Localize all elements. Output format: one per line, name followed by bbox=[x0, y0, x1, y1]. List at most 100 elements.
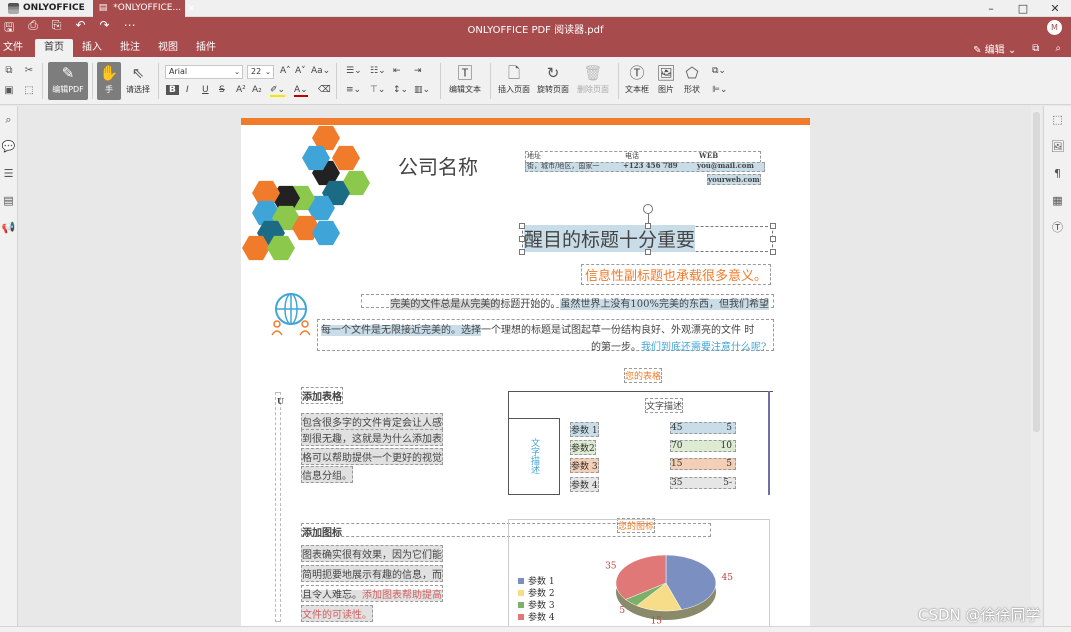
strikethrough-icon[interactable]: S bbox=[219, 85, 225, 95]
hand-tool-button[interactable]: ✋ 手 bbox=[97, 62, 121, 100]
text-box-button[interactable]: Ⓣ 文本框 bbox=[623, 62, 651, 100]
resize-handle[interactable] bbox=[519, 223, 525, 229]
quick-print-icon[interactable]: ⎘ bbox=[52, 18, 62, 39]
maximize-icon[interactable]: □ bbox=[1007, 2, 1039, 15]
resize-handle[interactable] bbox=[645, 249, 651, 255]
paragraph-line-3-a: 的第一步。 bbox=[591, 342, 641, 353]
align-objects-icon[interactable]: ⊫⌄ bbox=[712, 85, 727, 95]
avatar[interactable]: M bbox=[1047, 20, 1062, 35]
delete-page-button[interactable]: 🗑 删除页面 bbox=[575, 62, 611, 100]
edit-pdf-icon: ✎ bbox=[61, 64, 75, 82]
select-all-icon[interactable]: ⬚ bbox=[23, 85, 35, 97]
document-tab[interactable]: ▤ *ONLYOFFICE... × bbox=[92, 0, 195, 17]
close-tab-icon[interactable]: × bbox=[187, 3, 195, 14]
undo-icon[interactable]: ↶ bbox=[75, 18, 85, 39]
pie-data-label: 45 bbox=[721, 573, 733, 583]
copy-icon[interactable]: ⧉ bbox=[3, 65, 15, 77]
document-tab-label: *ONLYOFFICE... bbox=[113, 3, 182, 13]
paragraph-settings-icon[interactable]: ¶ bbox=[1044, 160, 1071, 187]
decrease-indent-icon[interactable]: ⇤ bbox=[393, 66, 401, 76]
clear-format-icon[interactable]: ⌫ bbox=[318, 85, 331, 95]
increase-font-icon[interactable]: A˄ bbox=[280, 66, 291, 76]
font-color-icon[interactable]: A⌄ bbox=[294, 85, 308, 97]
insert-page-button[interactable]: 🗋 插入页面 bbox=[496, 62, 532, 100]
columns-icon[interactable]: ▥⌄ bbox=[414, 85, 430, 95]
table-description-line-1: 包含很多字的文件肯定会让人感 bbox=[301, 413, 443, 430]
tab-view[interactable]: 视图 bbox=[149, 39, 187, 57]
print-icon[interactable]: ⎙ bbox=[28, 18, 38, 39]
legend-label: 参数 4 bbox=[528, 611, 555, 623]
pdf-page: 公司名称 地址 电话 WEB 街，城市/地区，国家一 +123 456 789 … bbox=[241, 118, 810, 626]
legend-swatch bbox=[518, 590, 524, 596]
resize-handle[interactable] bbox=[770, 236, 776, 242]
bullets-icon[interactable]: ☰⌄ bbox=[346, 66, 362, 76]
scrollbar-thumb[interactable] bbox=[1033, 112, 1040, 432]
tab-file[interactable]: 文件 bbox=[0, 39, 26, 57]
tab-home[interactable]: 首页 bbox=[35, 39, 73, 57]
legend-swatch bbox=[518, 614, 524, 620]
arrange-icon[interactable]: ⧉⌄ bbox=[712, 66, 726, 76]
resize-handle[interactable] bbox=[519, 236, 525, 242]
align-icon[interactable]: ≡⌄ bbox=[346, 85, 361, 95]
close-window-icon[interactable]: ✕ bbox=[1039, 2, 1071, 15]
increase-indent-icon[interactable]: ⇥ bbox=[414, 66, 422, 76]
table-row-values: 35 5- bbox=[670, 477, 736, 489]
superscript-icon[interactable]: A² bbox=[236, 85, 246, 95]
cut-icon[interactable]: ✂ bbox=[23, 65, 35, 77]
edit-mode-button[interactable]: ✎ 编辑 ⌄ bbox=[973, 41, 1016, 56]
table-right-border bbox=[768, 391, 770, 495]
italic-icon[interactable]: I bbox=[186, 85, 189, 95]
underline-icon[interactable]: U bbox=[202, 85, 209, 95]
line-spacing-icon[interactable]: ↕⌄ bbox=[393, 85, 408, 95]
more-icon[interactable]: ⋯ bbox=[124, 18, 136, 39]
tab-insert[interactable]: 插入 bbox=[73, 39, 111, 57]
open-location-icon[interactable]: ⧉ bbox=[1032, 43, 1039, 54]
table-cell-a: 70 bbox=[671, 441, 683, 451]
text-art-settings-icon[interactable]: Ⓣ bbox=[1044, 214, 1071, 241]
rotate-page-button[interactable]: ↻ 旋转页面 bbox=[535, 62, 571, 100]
resize-handle[interactable] bbox=[770, 223, 776, 229]
rotate-handle-icon[interactable] bbox=[643, 204, 653, 214]
save-icon[interactable]: 🖫 bbox=[4, 18, 14, 39]
minimize-icon[interactable]: – bbox=[975, 2, 1007, 15]
font-size-select[interactable]: 22 ⌄ bbox=[247, 65, 274, 79]
font-name-select[interactable]: Arial ⌄ bbox=[165, 65, 243, 79]
table-row-values: 45 5 bbox=[670, 422, 736, 434]
navigation-icon[interactable]: ☰ bbox=[0, 160, 17, 187]
highlight-icon[interactable]: ✐⌄ bbox=[270, 85, 286, 97]
select-tool-button[interactable]: ⇖ 请选择 bbox=[124, 62, 152, 100]
resize-handle[interactable] bbox=[645, 223, 651, 229]
right-sidebar: ⬚ 🖼 ¶ ▦ Ⓣ bbox=[1043, 106, 1071, 626]
resize-handle[interactable] bbox=[770, 249, 776, 255]
change-case-icon[interactable]: Aa⌄ bbox=[311, 66, 330, 76]
paragraph-line-1-a: 完美的文件总是从完美的 bbox=[390, 299, 501, 310]
shape-settings-icon[interactable]: ⬚ bbox=[1044, 106, 1071, 133]
bold-icon[interactable]: B bbox=[166, 85, 179, 95]
pie-data-label: 35 bbox=[605, 562, 617, 572]
vertical-align-icon[interactable]: ⊤⌄ bbox=[370, 85, 385, 95]
search-icon[interactable]: ⌕ bbox=[1055, 43, 1061, 54]
tab-plugins[interactable]: 插件 bbox=[187, 39, 225, 57]
edit-text-button[interactable]: 🅃 编辑文本 bbox=[447, 62, 483, 100]
table-cell-a: 45 bbox=[671, 423, 683, 433]
thumbnails-icon[interactable]: ▤ bbox=[0, 187, 17, 214]
headline[interactable]: 醒目的标题十分重要 bbox=[524, 225, 696, 252]
subscript-icon[interactable]: A₂ bbox=[252, 85, 262, 95]
chart-description-line-3-b: 添加图表帮助提高 bbox=[362, 590, 442, 601]
image-settings-icon[interactable]: 🖼 bbox=[1044, 133, 1071, 160]
table-settings-icon[interactable]: ▦ bbox=[1044, 187, 1071, 214]
resize-handle[interactable] bbox=[519, 249, 525, 255]
numbering-icon[interactable]: ☷⌄ bbox=[370, 66, 386, 76]
decrease-font-icon[interactable]: A˅ bbox=[295, 66, 306, 76]
chevron-down-icon: ⌄ bbox=[234, 68, 240, 76]
feedback-icon[interactable]: 📢 bbox=[0, 214, 17, 241]
search-icon[interactable]: ⌕ bbox=[0, 106, 17, 133]
vertical-scrollbar[interactable] bbox=[1031, 106, 1042, 626]
edit-pdf-button[interactable]: ✎ 编辑PDF bbox=[48, 62, 88, 100]
paste-icon[interactable]: ▣ bbox=[3, 85, 15, 97]
redo-icon[interactable]: ↷ bbox=[100, 18, 110, 39]
comments-icon[interactable]: 💬 bbox=[0, 133, 17, 160]
picture-button[interactable]: 🖼 图片 bbox=[654, 62, 678, 100]
shape-button[interactable]: ⬠ 形状 bbox=[680, 62, 704, 100]
tab-comment[interactable]: 批注 bbox=[111, 39, 149, 57]
